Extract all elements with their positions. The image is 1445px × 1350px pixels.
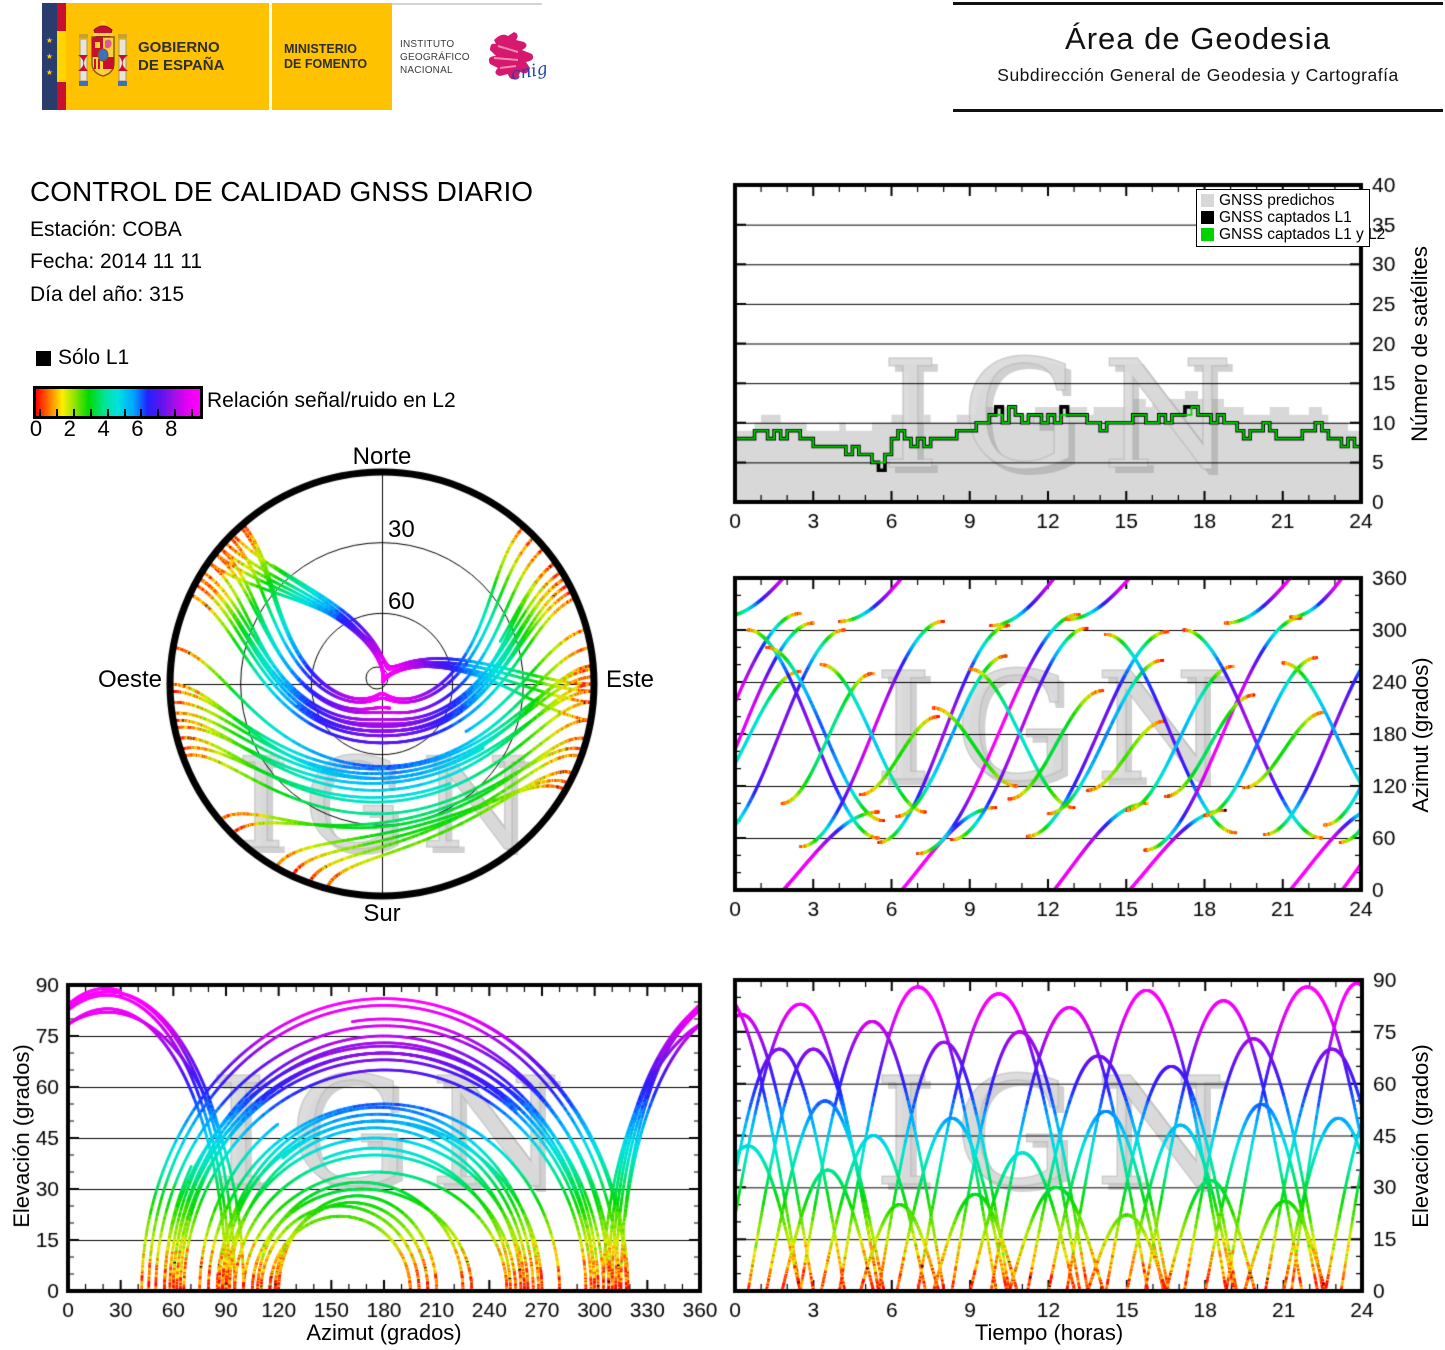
eu-star-icon: ★ [45,67,54,77]
gobierno-espana-label: GOBIERNO DE ESPAÑA [138,39,225,74]
header-title: Área de Geodesia [1065,21,1331,56]
colorbar-tick [140,409,143,416]
station-label: Estación: COBA [30,218,182,241]
colorbar-tick-label: 4 [97,416,110,441]
skyplot-ring-60-label: 60 [388,588,415,615]
eu-flag-strip: ★ ★ ★ [42,3,57,110]
sat-count-legend: GNSS predichos GNSS captados L1 GNSS cap… [1196,189,1385,247]
skyplot-ring-30-label: 30 [388,516,415,543]
legend-label: GNSS captados L1 y L2 [1219,225,1386,243]
azimuth-y-axis-title: Azimut (grados) [1408,657,1433,813]
time-x-axis-title: Tiempo (horas) [974,1320,1124,1345]
colorbar-tick [89,409,92,416]
colorbar-title: Relación señal/ruido en L2 [207,389,456,412]
colorbar-tick [72,409,75,416]
black-swatch-icon [1201,211,1214,224]
skyplot-canvas [140,438,640,918]
green-swatch-icon [1201,228,1214,241]
spain-flag-strip [57,3,66,110]
colorbar-tick-label: 2 [63,416,76,441]
spain-government-logo-bar: ★ ★ ★ GOBIERNO DE ESPAÑA MINISTERIO DE F… [42,3,549,110]
ministerio-block: MINISTERIO DE FOMENTO [272,3,392,110]
spain-coat-of-arms-icon [78,20,128,86]
colorbar-tick [123,409,126,416]
azimuth-time-chart-canvas [700,565,1445,937]
cnig-brush-icon: cnig [488,31,549,84]
colorbar-tick [106,409,109,416]
legend-label: GNSS predichos [1219,191,1335,209]
gobierno-block: GOBIERNO DE ESPAÑA [66,3,269,110]
skyplot-south-label: Sur [363,900,401,927]
instituto-geografico-nacional-label: INSTITUTO GEOGRÁFICO NACIONAL [400,39,470,76]
solo-l1-label: Sólo L1 [58,346,130,369]
elevation-right-y-axis-title: Elevación (grados) [1408,1044,1433,1228]
legend-row-captados-l1l2: GNSS captados L1 y L2 [1201,226,1385,243]
black-square-icon [36,350,51,366]
legend-label: GNSS captados L1 [1219,208,1352,226]
header-subtitle: Subdirección General de Geodesia y Carto… [997,65,1399,85]
elevation-time-chart-canvas [723,965,1445,1350]
eu-star-icon: ★ [45,35,54,45]
area-geodesia-header: Área de Geodesia Subdirección General de… [953,2,1443,112]
skyplot-north-label: Norte [352,443,412,470]
day-of-year-label: Día del año: 315 [30,283,185,306]
ign-block: INSTITUTO GEOGRÁFICO NACIONAL cnig [392,3,549,110]
solo-l1-legend: Sólo L1 [36,346,129,370]
date-label: Fecha: 2014 11 11 [30,250,203,273]
colorbar-tick [55,409,58,416]
colorbar-tick [39,409,41,416]
ministerio-fomento-label: MINISTERIO DE FOMENTO [284,41,368,71]
sat-count-y-axis-title: Número de satélites [1407,246,1432,442]
azimuth-x-axis-title: Azimut (grados) [306,1320,462,1345]
eu-star-icon: ★ [45,51,54,61]
colorbar-tick [157,409,160,416]
elevation-azimuth-chart-canvas [0,965,722,1350]
legend-row-predichos: GNSS predichos [1201,192,1369,209]
page-title: CONTROL DE CALIDAD GNSS DIARIO [30,176,534,207]
colorbar-tick-label: 0 [29,416,43,441]
skyplot-east-label: Este [606,666,655,693]
cnig-logo: cnig [474,28,549,88]
snr-colorbar [33,386,203,419]
colorbar-tick [191,409,194,416]
legend-row-captados-l1: GNSS captados L1 [1201,209,1369,226]
elevation-left-y-axis-title: Elevación (grados) [9,1044,34,1228]
skyplot-west-label: Oeste [97,666,162,693]
colorbar-tick [174,409,177,416]
report-page: ★ ★ ★ GOBIERNO DE ESPAÑA MINISTERIO DE F… [0,0,1445,1350]
gray-swatch-icon [1201,194,1214,207]
